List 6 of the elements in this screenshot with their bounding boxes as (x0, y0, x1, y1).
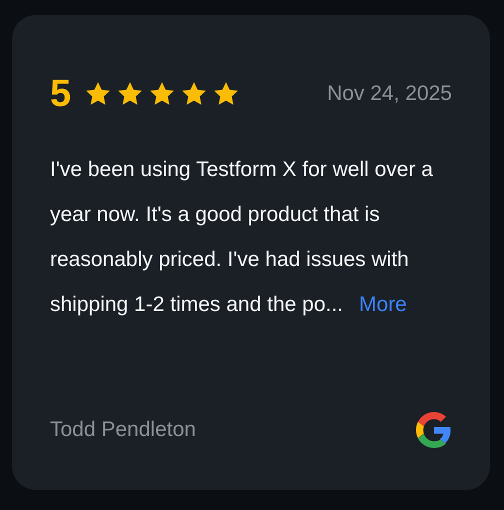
review-text: I've been using Testform X for well over a year now. It's a good product that is reasonably priced. I've had issues with shipping 1-2 times and the po... More (50, 157, 434, 318)
more-link[interactable]: More (359, 293, 407, 316)
google-logo-icon (416, 412, 452, 448)
rating-value: 5 (50, 75, 72, 113)
review-date: Nov 24, 2025 (327, 81, 452, 108)
author-name: Todd Pendleton (50, 417, 196, 444)
